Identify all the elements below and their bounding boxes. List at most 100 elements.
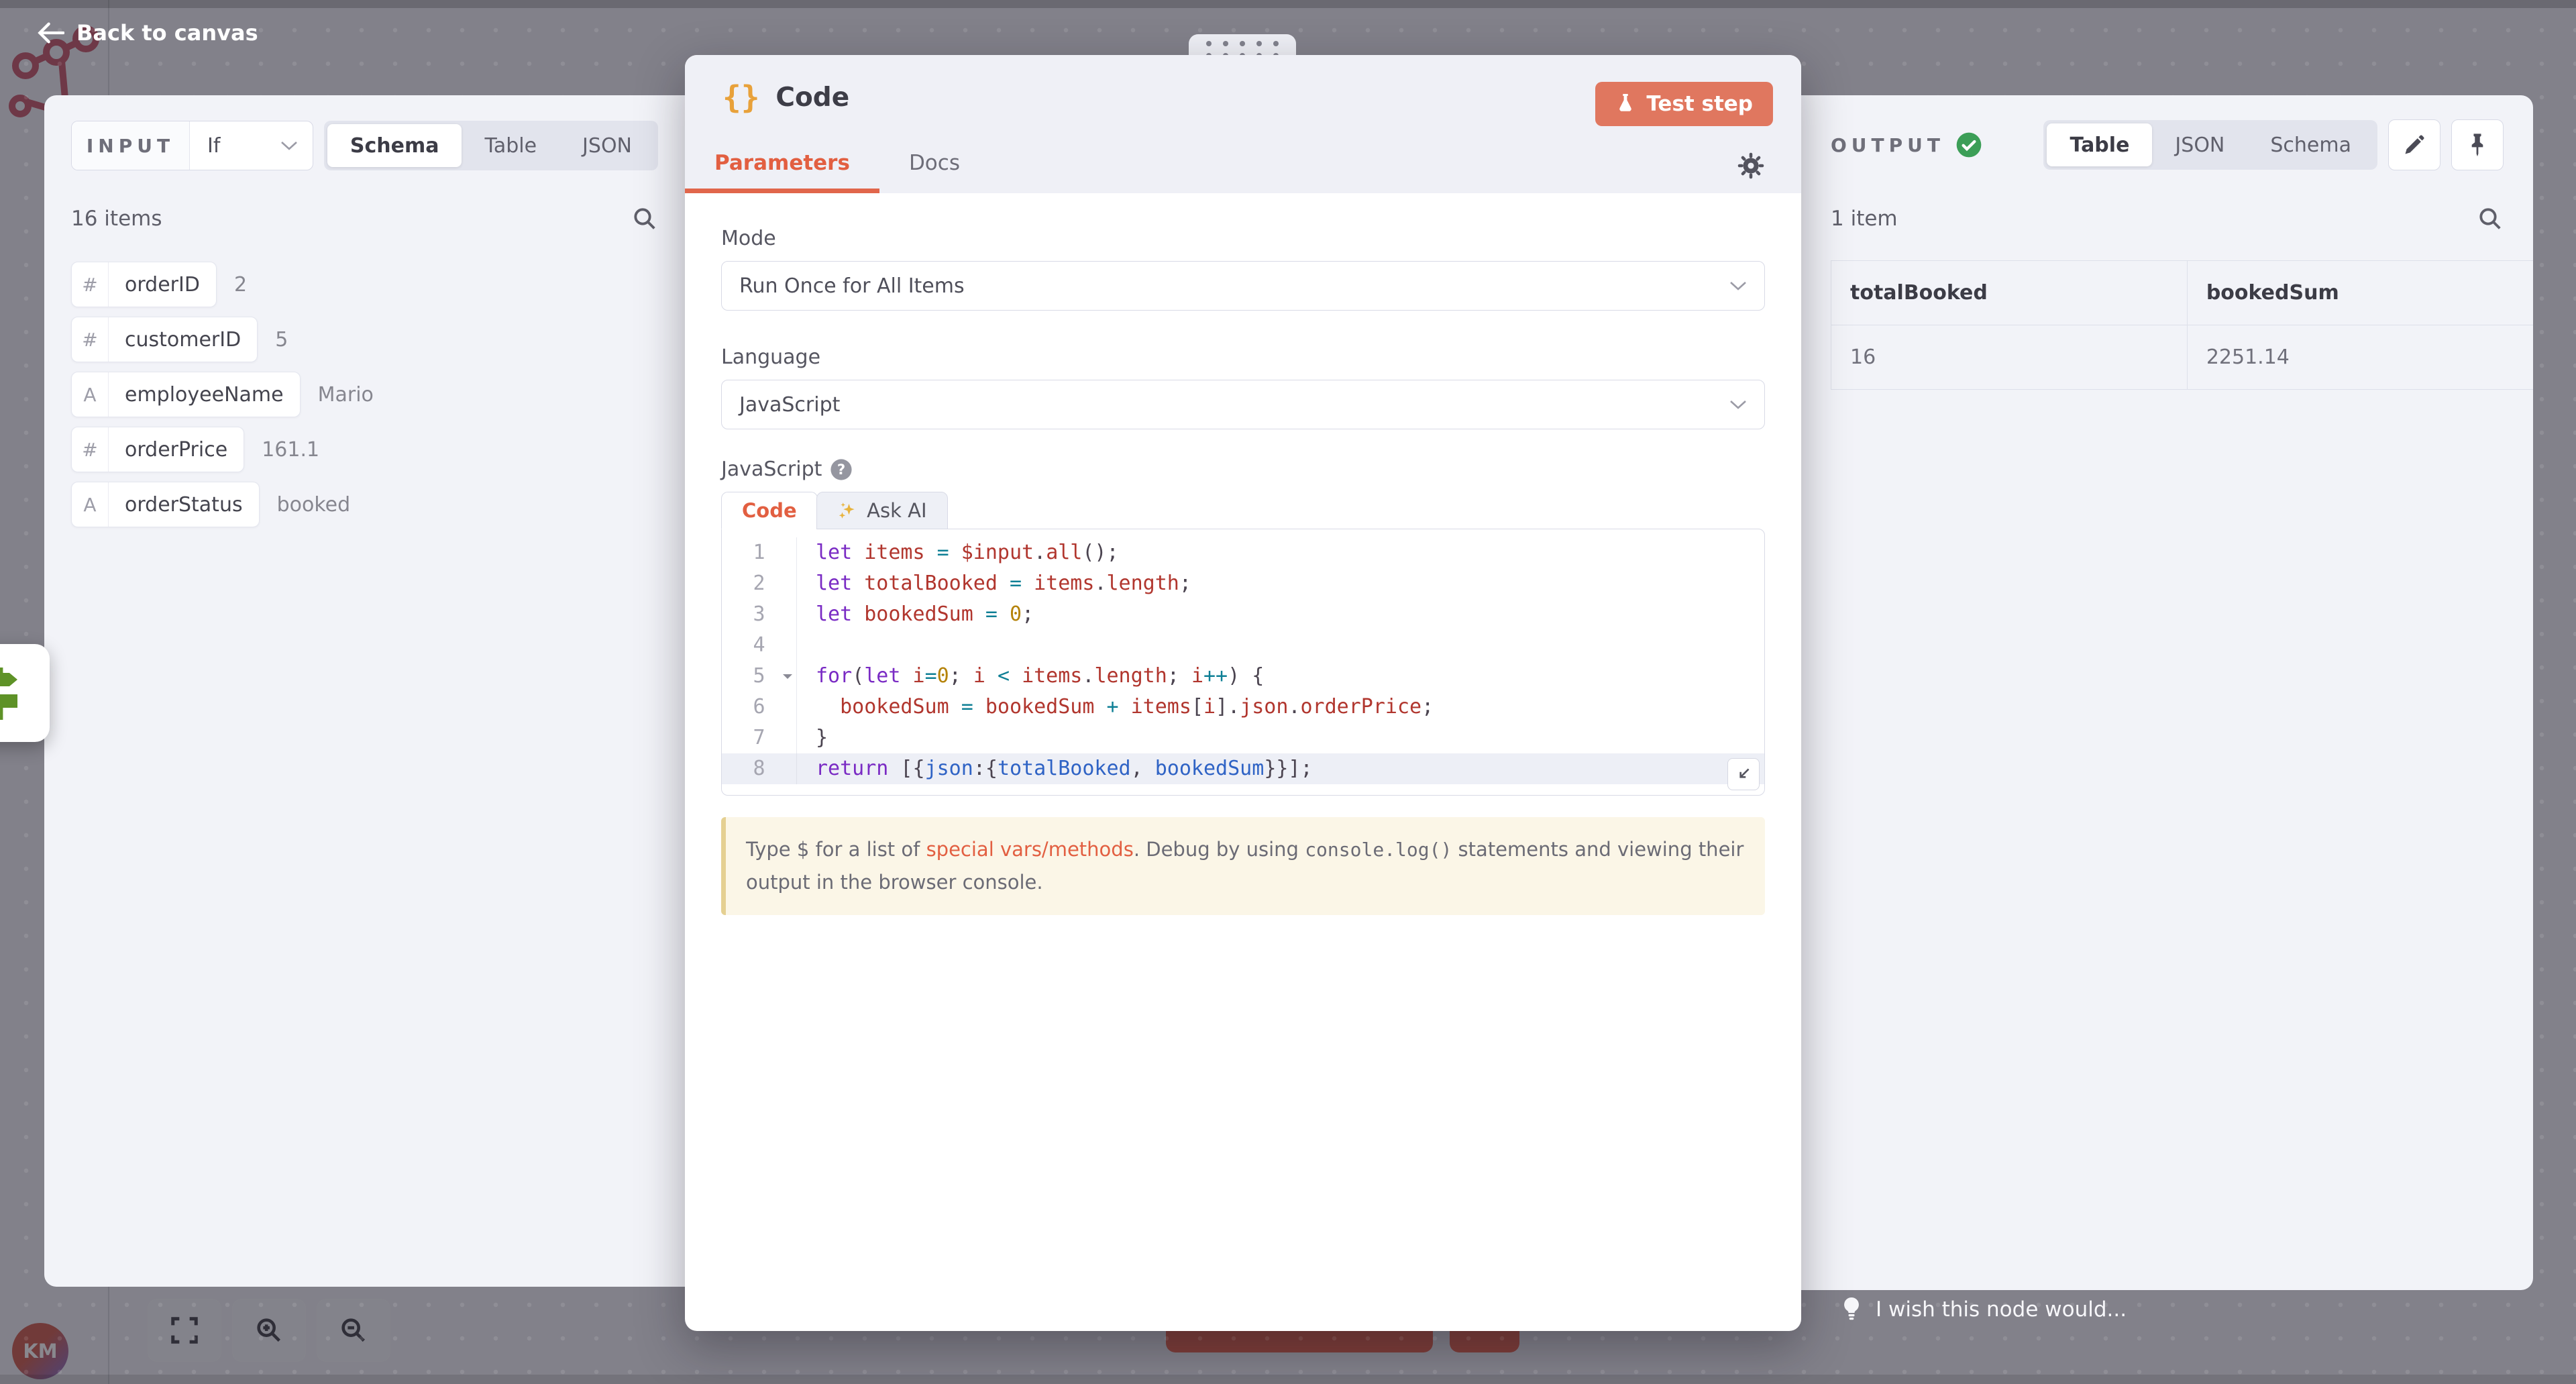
code-line-6[interactable]: 6 bookedSum = bookedSum + items[i].json.… (722, 692, 1764, 723)
code-text (797, 630, 828, 661)
schema-field-pill[interactable]: #orderPrice (71, 427, 244, 472)
expand-icon (1735, 765, 1752, 783)
code-editor[interactable]: 1let items = $input.all();2let totalBook… (721, 529, 1765, 796)
node-feedback-button[interactable]: I wish this node would... (1839, 1296, 2127, 1323)
code-line-2[interactable]: 2let totalBooked = items.length; (722, 568, 1764, 599)
input-node-selector: INPUT If (71, 121, 313, 170)
node-settings-button[interactable] (1737, 152, 1765, 180)
code-line-7[interactable]: 7} (722, 723, 1764, 753)
node-feedback-label: I wish this node would... (1876, 1297, 2127, 1322)
output-cell: 16 (1831, 325, 2188, 390)
pin-data-button[interactable] (2451, 119, 2504, 170)
output-cell: 2251.14 (2187, 325, 2533, 390)
field-name: orderID (109, 262, 216, 307)
field-type-icon: # (72, 317, 109, 362)
schema-field-pill[interactable]: AemployeeName (71, 372, 301, 417)
output-label: OUTPUT (1831, 134, 1945, 156)
line-number: 4 (722, 630, 797, 661)
output-items-count: 1 item (1831, 207, 1898, 231)
pencil-icon (2402, 133, 2426, 157)
gear-icon (1737, 152, 1765, 180)
line-number: 2 (722, 568, 797, 599)
schema-field-row: #orderID 2 (71, 262, 658, 307)
tab-docs[interactable]: Docs (879, 151, 989, 193)
schema-field-row: #orderPrice161.1 (71, 427, 658, 472)
fold-chevron-icon[interactable] (783, 674, 792, 684)
test-step-button[interactable]: Test step (1595, 82, 1773, 126)
mode-select-value: Run Once for All Items (739, 274, 965, 298)
schema-field-row: AorderStatusbooked (71, 482, 658, 527)
schema-field-row: #customerID 5 (71, 317, 658, 362)
output-column-header: bookedSum (2187, 261, 2533, 325)
editor-language-label: JavaScript (721, 458, 822, 481)
language-select[interactable]: JavaScript (721, 380, 1765, 429)
editor-tabs: Code Ask AI (721, 492, 1765, 529)
code-text: bookedSum = bookedSum + items[i].json.or… (797, 692, 1434, 723)
code-line-4[interactable]: 4 (722, 630, 1764, 661)
parameters-panel: Mode Run Once for All Items Language Jav… (685, 193, 1801, 915)
view-tab-schema[interactable]: Schema (327, 124, 462, 167)
output-table-row: 162251.14 (1831, 325, 2534, 390)
editor-hint: Type $ for a list of special vars/method… (721, 817, 1765, 915)
schema-field-pill[interactable]: #customerID (71, 317, 258, 362)
language-label: Language (721, 345, 1765, 369)
edit-output-button[interactable] (2388, 119, 2440, 170)
line-number: 7 (722, 723, 797, 753)
field-value: 2 (234, 273, 247, 297)
code-line-3[interactable]: 3let bookedSum = 0; (722, 599, 1764, 630)
if-node-icon (0, 661, 31, 725)
field-type-icon: # (72, 427, 109, 472)
help-icon[interactable]: ? (830, 458, 853, 481)
back-to-canvas-link[interactable]: Back to canvas (38, 20, 258, 46)
tab-parameters[interactable]: Parameters (685, 151, 879, 193)
n8n-node-detail-view: KM Back to canvas I wish this node would… (0, 0, 2576, 1384)
field-type-icon: A (72, 372, 109, 417)
code-text: for(let i=0; i < items.length; i++) { (797, 661, 1264, 692)
code-line-8[interactable]: 8return [{json:{totalBooked, bookedSum}}… (722, 753, 1764, 784)
field-value: Mario (318, 383, 374, 407)
field-name: orderStatus (109, 482, 259, 527)
tab-code[interactable]: Code (721, 492, 818, 529)
tab-ask-ai[interactable]: Ask AI (816, 492, 947, 529)
field-type-icon: # (72, 262, 109, 307)
input-search-icon[interactable] (631, 205, 658, 232)
line-number: 8 (722, 753, 797, 784)
expand-editor-button[interactable] (1727, 758, 1760, 790)
special-vars-link[interactable]: special vars/methods (926, 838, 1134, 861)
success-check-icon (1955, 131, 1982, 158)
code-text: } (797, 723, 828, 753)
code-node-modal: {} Code Test step Parameters Docs Mode (685, 55, 1801, 1331)
output-search-icon[interactable] (2477, 205, 2504, 232)
input-view-tabs: SchemaTableJSON (324, 121, 658, 170)
mode-select[interactable]: Run Once for All Items (721, 261, 1765, 311)
pin-icon (2466, 133, 2489, 157)
output-panel: OUTPUT TableJSONSchema 1 item totalBooke… (1801, 95, 2533, 1290)
line-number: 5 (722, 661, 797, 692)
output-view-tabs: TableJSONSchema (2043, 120, 2377, 170)
back-to-canvas-label: Back to canvas (76, 20, 258, 46)
modal-tabs: Parameters Docs (685, 151, 989, 193)
view-tab-schema[interactable]: Schema (2247, 123, 2374, 166)
schema-field-row: AemployeeName Mario (71, 372, 658, 417)
code-line-1[interactable]: 1let items = $input.all(); (722, 537, 1764, 568)
input-node-preview-if[interactable] (0, 644, 50, 742)
line-number: 1 (722, 537, 797, 568)
modal-header: {} Code Test step Parameters Docs (685, 55, 1801, 193)
code-text: return [{json:{totalBooked, bookedSum}}]… (797, 753, 1313, 784)
view-tab-table[interactable]: Table (462, 124, 559, 167)
input-node-select-value: If (207, 134, 220, 158)
schema-field-pill[interactable]: #orderID (71, 262, 217, 307)
code-text: let items = $input.all(); (797, 537, 1119, 568)
chevron-down-icon (1729, 400, 1747, 410)
input-node-select[interactable]: If (190, 121, 313, 170)
schema-field-pill[interactable]: AorderStatus (71, 482, 260, 527)
view-tab-table[interactable]: Table (2047, 123, 2152, 166)
view-tab-json[interactable]: JSON (2152, 123, 2247, 166)
view-tab-json[interactable]: JSON (559, 124, 655, 167)
chevron-down-icon (280, 141, 298, 151)
field-value: 5 (275, 328, 288, 352)
field-name: customerID (109, 317, 257, 362)
code-line-5[interactable]: 5for(let i=0; i < items.length; i++) { (722, 661, 1764, 692)
input-schema-list: #orderID2#customerID5AemployeeNameMario#… (71, 262, 658, 527)
lightbulb-icon (1839, 1296, 1864, 1323)
